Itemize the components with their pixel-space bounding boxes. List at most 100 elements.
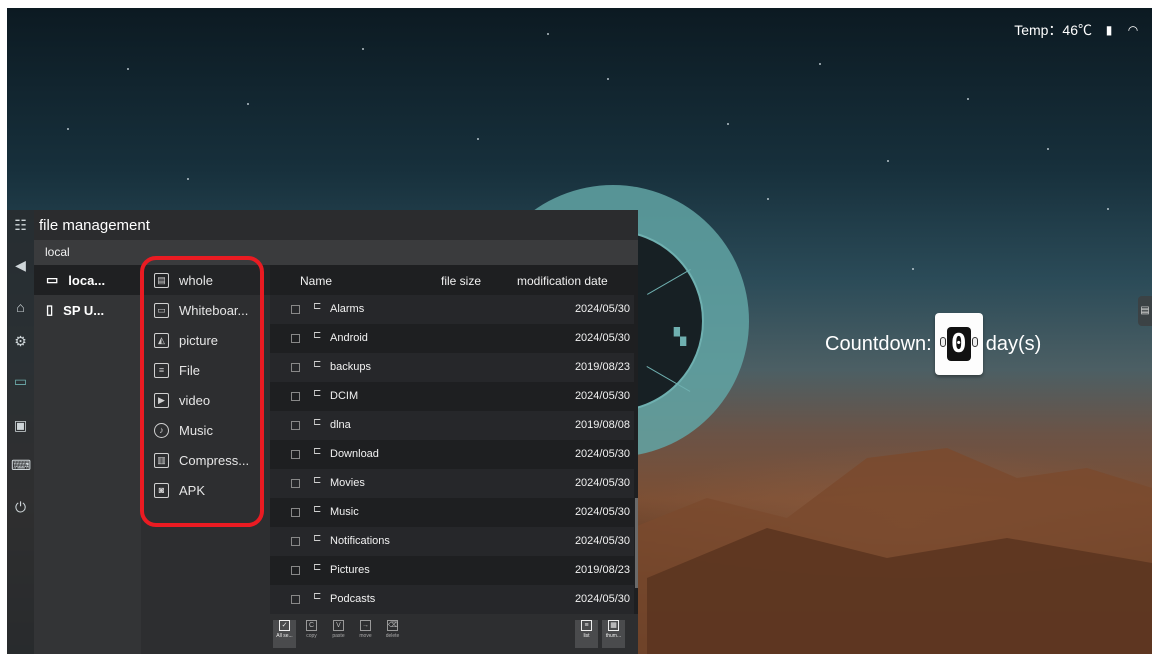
file-name: Download: [330, 448, 379, 460]
grid-menu-icon[interactable]: ☷: [11, 216, 30, 235]
file-date: 2024/05/30: [574, 390, 630, 402]
side-panel-tab[interactable]: ▤: [1138, 296, 1152, 326]
usb-drive-icon: ▯: [46, 302, 54, 317]
table-row[interactable]: ⊏ Pictures 2019/08/23: [270, 556, 634, 585]
file-date: 2024/05/30: [574, 303, 630, 315]
countdown-unit: day(s): [985, 332, 1042, 355]
table-row[interactable]: ⊏ Notifications 2024/05/30: [270, 527, 634, 556]
row-checkbox[interactable]: [291, 508, 300, 517]
home-icon[interactable]: ⌂: [11, 298, 30, 317]
star: [912, 268, 914, 270]
folder-icon: ⊏: [313, 562, 322, 573]
file-list-header: Name file size modification date: [270, 265, 638, 295]
file-name: Music: [330, 506, 359, 518]
table-row[interactable]: ⊏ backups 2019/08/23: [270, 353, 634, 382]
file-date: 2019/08/08: [574, 419, 630, 431]
list-icon: ≡: [581, 620, 592, 631]
table-row[interactable]: ⊏ Android 2024/05/30: [270, 324, 634, 353]
row-checkbox[interactable]: [291, 537, 300, 546]
row-checkbox[interactable]: [291, 566, 300, 575]
paste-button[interactable]: Vpaste: [327, 620, 350, 648]
row-checkbox[interactable]: [291, 363, 300, 372]
table-row[interactable]: ⊏ Alarms 2024/05/30: [270, 295, 634, 324]
star: [607, 78, 609, 80]
power-icon[interactable]: ⏻: [11, 498, 30, 517]
star: [1107, 208, 1109, 210]
star: [767, 198, 769, 200]
list-scrollbar[interactable]: [635, 498, 638, 588]
countdown-card: 0: [934, 313, 983, 375]
trash-icon: ⌫: [387, 620, 398, 631]
row-checkbox[interactable]: [291, 421, 300, 430]
keyboard-icon[interactable]: ⌨: [11, 456, 31, 475]
file-toolbar: ✓ All se... Ccopy Vpaste → move ⌫ delete ≡ l…: [270, 614, 638, 654]
apps-grid-icon[interactable]: ▚: [670, 328, 690, 348]
row-checkbox[interactable]: [291, 479, 300, 488]
file-date: 2024/05/30: [574, 593, 630, 605]
file-name: Podcasts: [330, 593, 376, 605]
star: [727, 123, 729, 125]
row-checkbox[interactable]: [291, 392, 300, 401]
star: [1047, 148, 1049, 150]
folder-icon: ⊏: [313, 475, 322, 486]
countdown-widget: Countdown: 0 day(s): [825, 304, 1041, 384]
checkbox-icon: ✓: [279, 620, 290, 631]
delete-button[interactable]: ⌫ delete: [381, 620, 404, 648]
copy-button[interactable]: Ccopy: [300, 620, 323, 648]
folder-icon: ⊏: [313, 591, 322, 602]
folder-icon: ⊏: [313, 504, 322, 515]
folder-icon: ⊏: [313, 446, 322, 457]
monitor-icon: ▭: [46, 272, 59, 287]
copy-icon: C: [306, 620, 317, 631]
move-button[interactable]: → move: [354, 620, 377, 648]
device-usb[interactable]: ▯ SP U...: [34, 295, 141, 325]
table-row[interactable]: ⊏ DCIM 2024/05/30: [270, 382, 634, 411]
row-checkbox[interactable]: [291, 450, 300, 459]
select-all-button[interactable]: ✓ All se...: [273, 620, 296, 648]
list-view-button[interactable]: ≡ list: [575, 620, 598, 648]
table-row[interactable]: ⊏ Music 2024/05/30: [270, 498, 634, 527]
column-size[interactable]: file size: [441, 274, 481, 288]
column-name[interactable]: Name: [300, 274, 332, 288]
device-label: SP U...: [63, 302, 105, 318]
star: [127, 68, 129, 70]
file-date: 2019/08/23: [574, 564, 630, 576]
back-icon[interactable]: ◀: [11, 256, 30, 275]
breadcrumb: local: [34, 240, 638, 265]
move-label: move: [359, 633, 372, 639]
row-checkbox[interactable]: [291, 305, 300, 314]
file-name: Alarms: [330, 303, 365, 315]
folder-icon[interactable]: ▭: [11, 372, 30, 391]
row-checkbox[interactable]: [291, 595, 300, 604]
device-local[interactable]: ▭ loca...: [34, 265, 141, 295]
countdown-label: Countdown:: [825, 332, 932, 355]
folder-icon: ⊏: [313, 330, 322, 341]
table-row[interactable]: ⊏ Movies 2024/05/30: [270, 469, 634, 498]
star: [67, 128, 69, 130]
row-checkbox[interactable]: [291, 334, 300, 343]
table-row[interactable]: ⊏ dlna 2019/08/08: [270, 411, 634, 440]
settings-icon[interactable]: ⚙: [11, 332, 30, 351]
wifi-icon: ◠: [1127, 23, 1139, 37]
highlight-annotation: [140, 256, 264, 527]
countdown-value: 0: [946, 327, 971, 361]
star: [819, 63, 821, 65]
file-date: 2024/05/30: [574, 448, 630, 460]
column-date[interactable]: modification date: [517, 274, 608, 288]
move-icon: →: [360, 620, 371, 631]
file-name: Notifications: [330, 535, 390, 547]
screen-icon[interactable]: ▣: [11, 416, 30, 435]
select-all-label: All se...: [276, 633, 293, 639]
breadcrumb-item[interactable]: local: [45, 245, 70, 259]
table-row[interactable]: ⊏ Download 2024/05/30: [270, 440, 634, 469]
table-row[interactable]: ⊏ Podcasts 2024/05/30: [270, 585, 634, 614]
thumbnail-view-button[interactable]: ▦ thum...: [602, 620, 625, 648]
file-name: DCIM: [330, 390, 359, 402]
file-date: 2024/05/30: [574, 535, 630, 547]
star: [547, 33, 549, 35]
file-name: Pictures: [330, 564, 370, 576]
binder-ring: [939, 337, 946, 347]
folder-icon: ⊏: [313, 301, 322, 312]
binder-ring: [971, 337, 978, 347]
status-bar: Temp：46℃ ▮ ◠: [1014, 20, 1140, 40]
